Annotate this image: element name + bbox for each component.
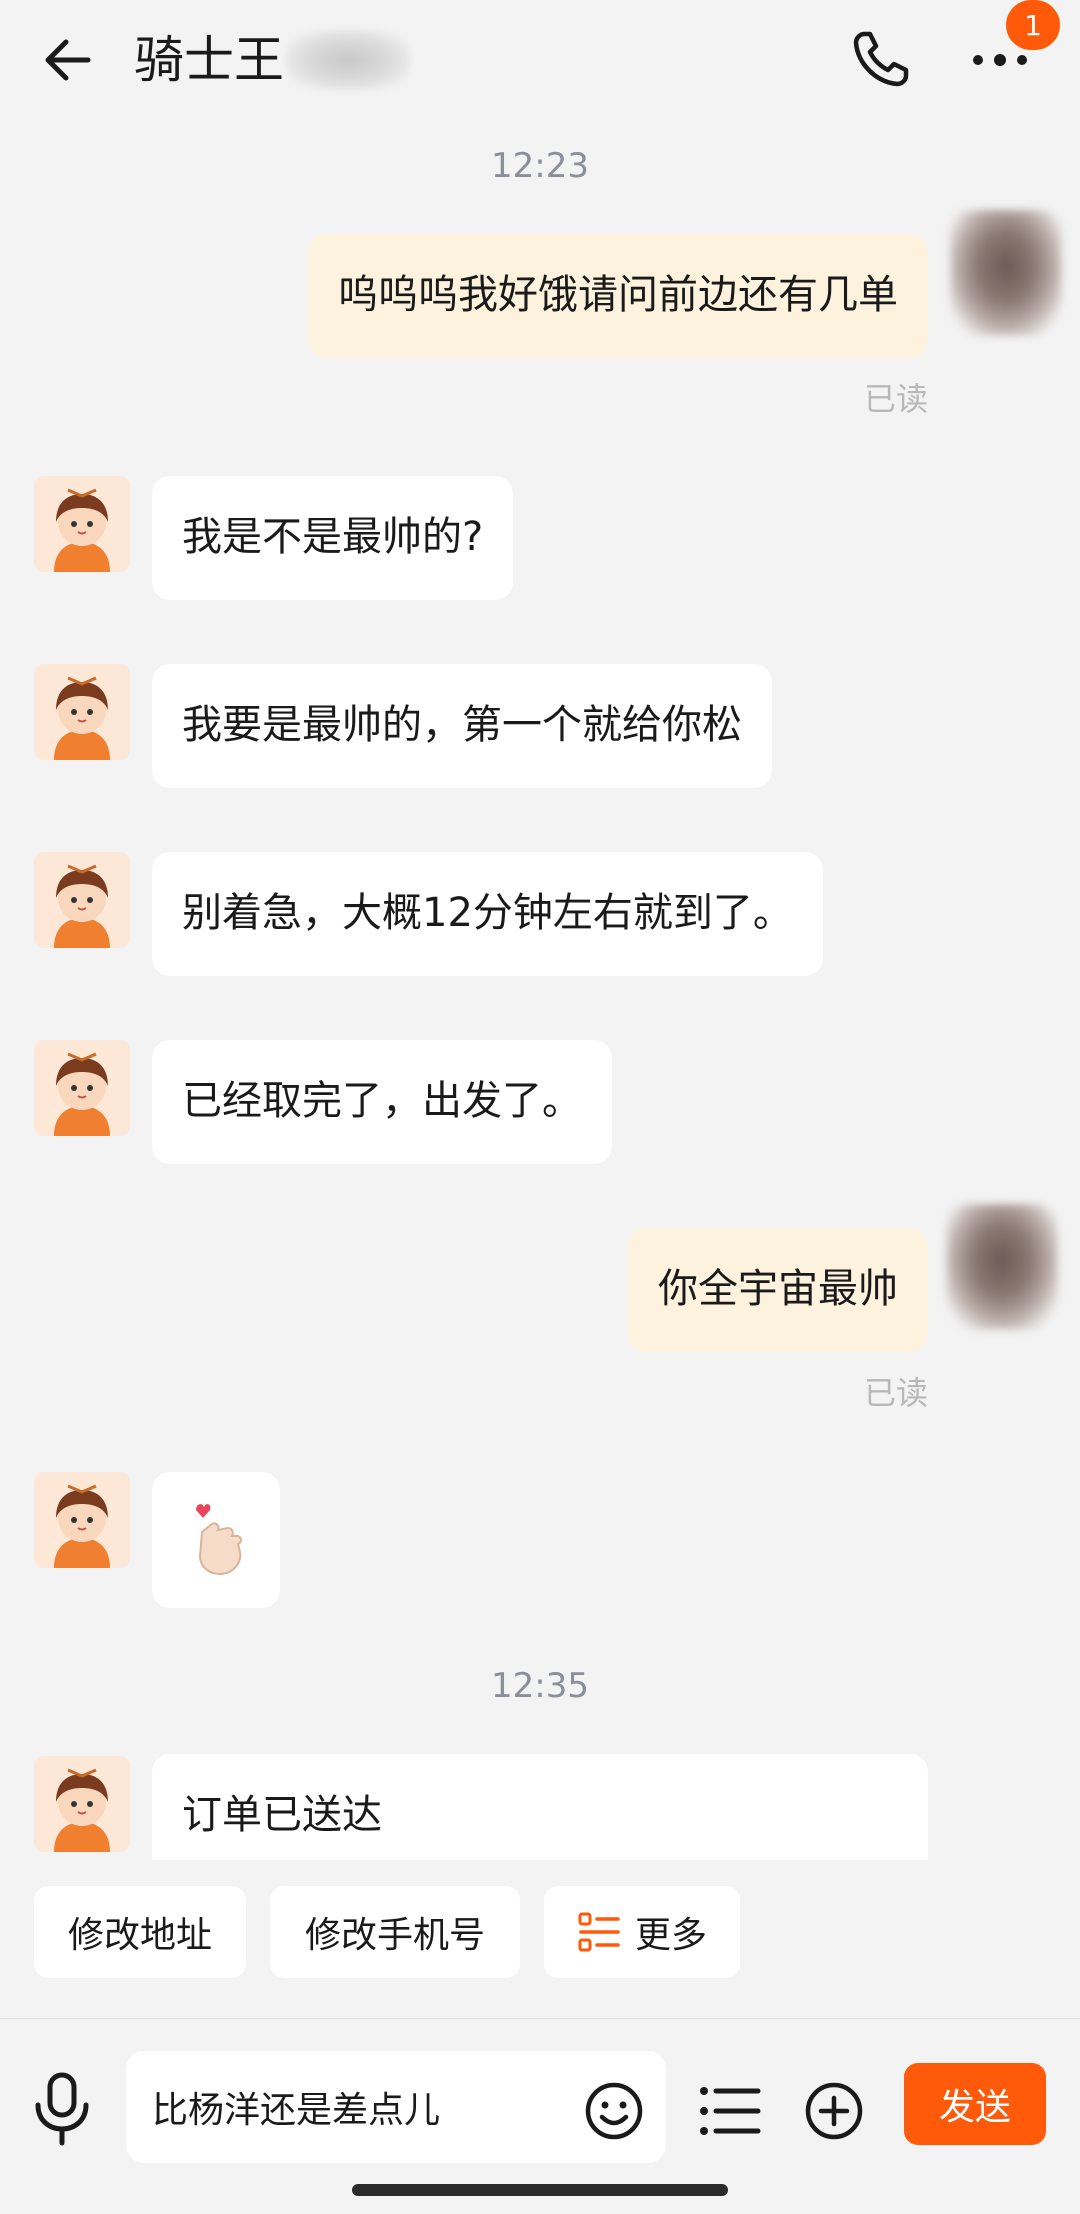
modify-address-button[interactable]: 修改地址: [34, 1886, 246, 1978]
list-icon: [700, 2087, 761, 2135]
rider-name: 骑士王: [134, 31, 284, 89]
incoming-message[interactable]: 已经取完了，出发了。: [152, 1040, 612, 1164]
voice-button[interactable]: [30, 2069, 94, 2149]
modify-phone-button[interactable]: 修改手机号: [270, 1886, 520, 1978]
home-indicator: [352, 2184, 728, 2196]
incoming-message[interactable]: 我是不是最帅的?: [152, 476, 514, 600]
rider-avatar-icon: [34, 852, 130, 948]
rider-avatar[interactable]: [34, 1472, 130, 1568]
incoming-message[interactable]: 我要是最帅的，第一个就给你松: [152, 664, 772, 788]
finger-heart-icon: [196, 1504, 242, 1576]
sticker-message[interactable]: [152, 1472, 280, 1608]
quick-actions-bar: 修改地址 修改手机号 更多: [0, 1886, 1080, 1982]
rider-avatar-icon: [34, 664, 130, 760]
rider-avatar-icon: [34, 1756, 130, 1852]
attach-button[interactable]: [804, 2081, 864, 2141]
read-status: 已读: [863, 1374, 928, 1412]
message-list[interactable]: 12:23 呜呜呜我好饿请问前边还有几单 已读 我是不是最帅的? 我要是最帅的，…: [0, 120, 1080, 1860]
my-avatar[interactable]: [950, 210, 1062, 336]
rider-avatar[interactable]: [34, 664, 130, 760]
rider-avatar-icon: [34, 1472, 130, 1568]
notification-badge: 1: [1006, 0, 1060, 50]
rider-avatar[interactable]: [34, 1756, 130, 1852]
call-button[interactable]: [850, 28, 912, 90]
smiley-icon: [585, 2082, 643, 2140]
rider-avatar-icon: [34, 476, 130, 572]
read-status: 已读: [863, 380, 928, 418]
send-button[interactable]: 发送: [904, 2063, 1046, 2145]
outgoing-message[interactable]: 你全宇宙最帅: [628, 1228, 928, 1352]
my-avatar[interactable]: [946, 1204, 1058, 1330]
blurred-name: [286, 30, 410, 90]
back-button[interactable]: [38, 30, 98, 90]
rider-avatar[interactable]: [34, 852, 130, 948]
chat-header: 骑士王 1: [0, 0, 1080, 120]
more-actions-button[interactable]: 更多: [544, 1886, 740, 1978]
rider-avatar[interactable]: [34, 476, 130, 572]
incoming-message[interactable]: 别着急，大概12分钟左右就到了。: [152, 852, 823, 976]
microphone-icon: [35, 2072, 89, 2146]
rider-avatar-icon: [34, 1040, 130, 1136]
emoji-button[interactable]: [584, 2081, 644, 2141]
plus-circle-icon: [805, 2082, 863, 2140]
timestamp: 12:23: [491, 146, 589, 186]
phone-icon: [853, 31, 909, 87]
phrases-button[interactable]: [698, 2083, 762, 2139]
arrow-left-icon: [45, 39, 91, 81]
list-menu-icon: [578, 1912, 620, 1952]
rider-avatar[interactable]: [34, 1040, 130, 1136]
more-actions-label: 更多: [634, 1915, 707, 1956]
timestamp: 12:35: [491, 1666, 589, 1706]
chat-title: 骑士王: [134, 28, 410, 92]
incoming-message[interactable]: 订单已送达: [152, 1754, 928, 1860]
outgoing-message[interactable]: 呜呜呜我好饿请问前边还有几单: [308, 234, 928, 358]
message-input-value: 比杨洋还是差点儿: [152, 2090, 441, 2131]
